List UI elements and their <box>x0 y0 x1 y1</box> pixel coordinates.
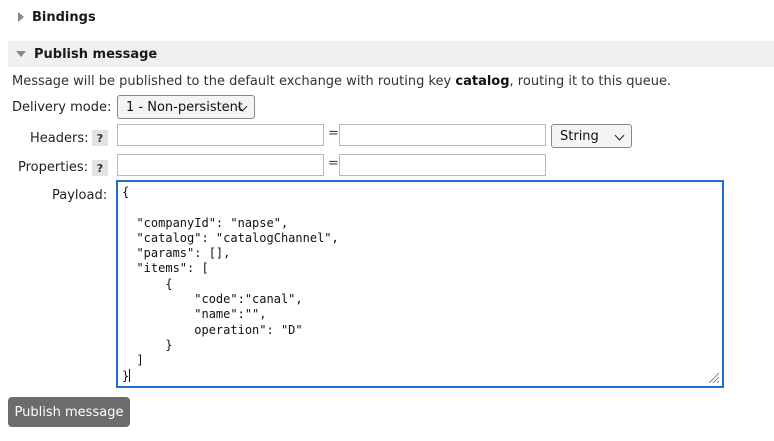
property-key-input[interactable] <box>117 154 324 176</box>
header-type-select[interactable]: String <box>551 124 632 148</box>
publish-info-text: Message will be published to the default… <box>12 74 672 89</box>
publish-title: Publish message <box>34 46 158 62</box>
collapse-arrow-icon <box>16 51 26 57</box>
bindings-title: Bindings <box>32 9 96 25</box>
expand-arrow-icon <box>18 12 24 22</box>
headers-label: Headers: <box>30 131 89 146</box>
payload-text: { "companyId": "napse", "catalog": "cata… <box>122 185 339 383</box>
property-equals: = <box>328 156 339 171</box>
bindings-section-header[interactable]: Bindings <box>8 4 774 30</box>
property-value-input[interactable] <box>339 154 546 176</box>
header-equals: = <box>328 126 339 141</box>
routing-key: catalog <box>455 74 510 89</box>
publish-message-button[interactable]: Publish message <box>8 397 130 427</box>
delivery-mode-label: Delivery mode: <box>12 100 112 115</box>
text-caret <box>129 368 131 382</box>
resize-handle-icon[interactable] <box>708 372 720 384</box>
header-value-input[interactable] <box>339 124 546 146</box>
headers-help-icon[interactable]: ? <box>92 130 108 146</box>
delivery-mode-select[interactable]: 1 - Non-persistent <box>117 95 255 119</box>
properties-label: Properties: <box>18 160 89 175</box>
payload-label: Payload: <box>52 188 108 203</box>
properties-help-icon[interactable]: ? <box>92 160 108 176</box>
header-key-input[interactable] <box>117 124 324 146</box>
publish-section-header[interactable]: Publish message <box>8 41 774 67</box>
payload-textarea[interactable]: { "companyId": "napse", "catalog": "cata… <box>116 180 724 388</box>
chevron-down-icon <box>614 130 625 141</box>
